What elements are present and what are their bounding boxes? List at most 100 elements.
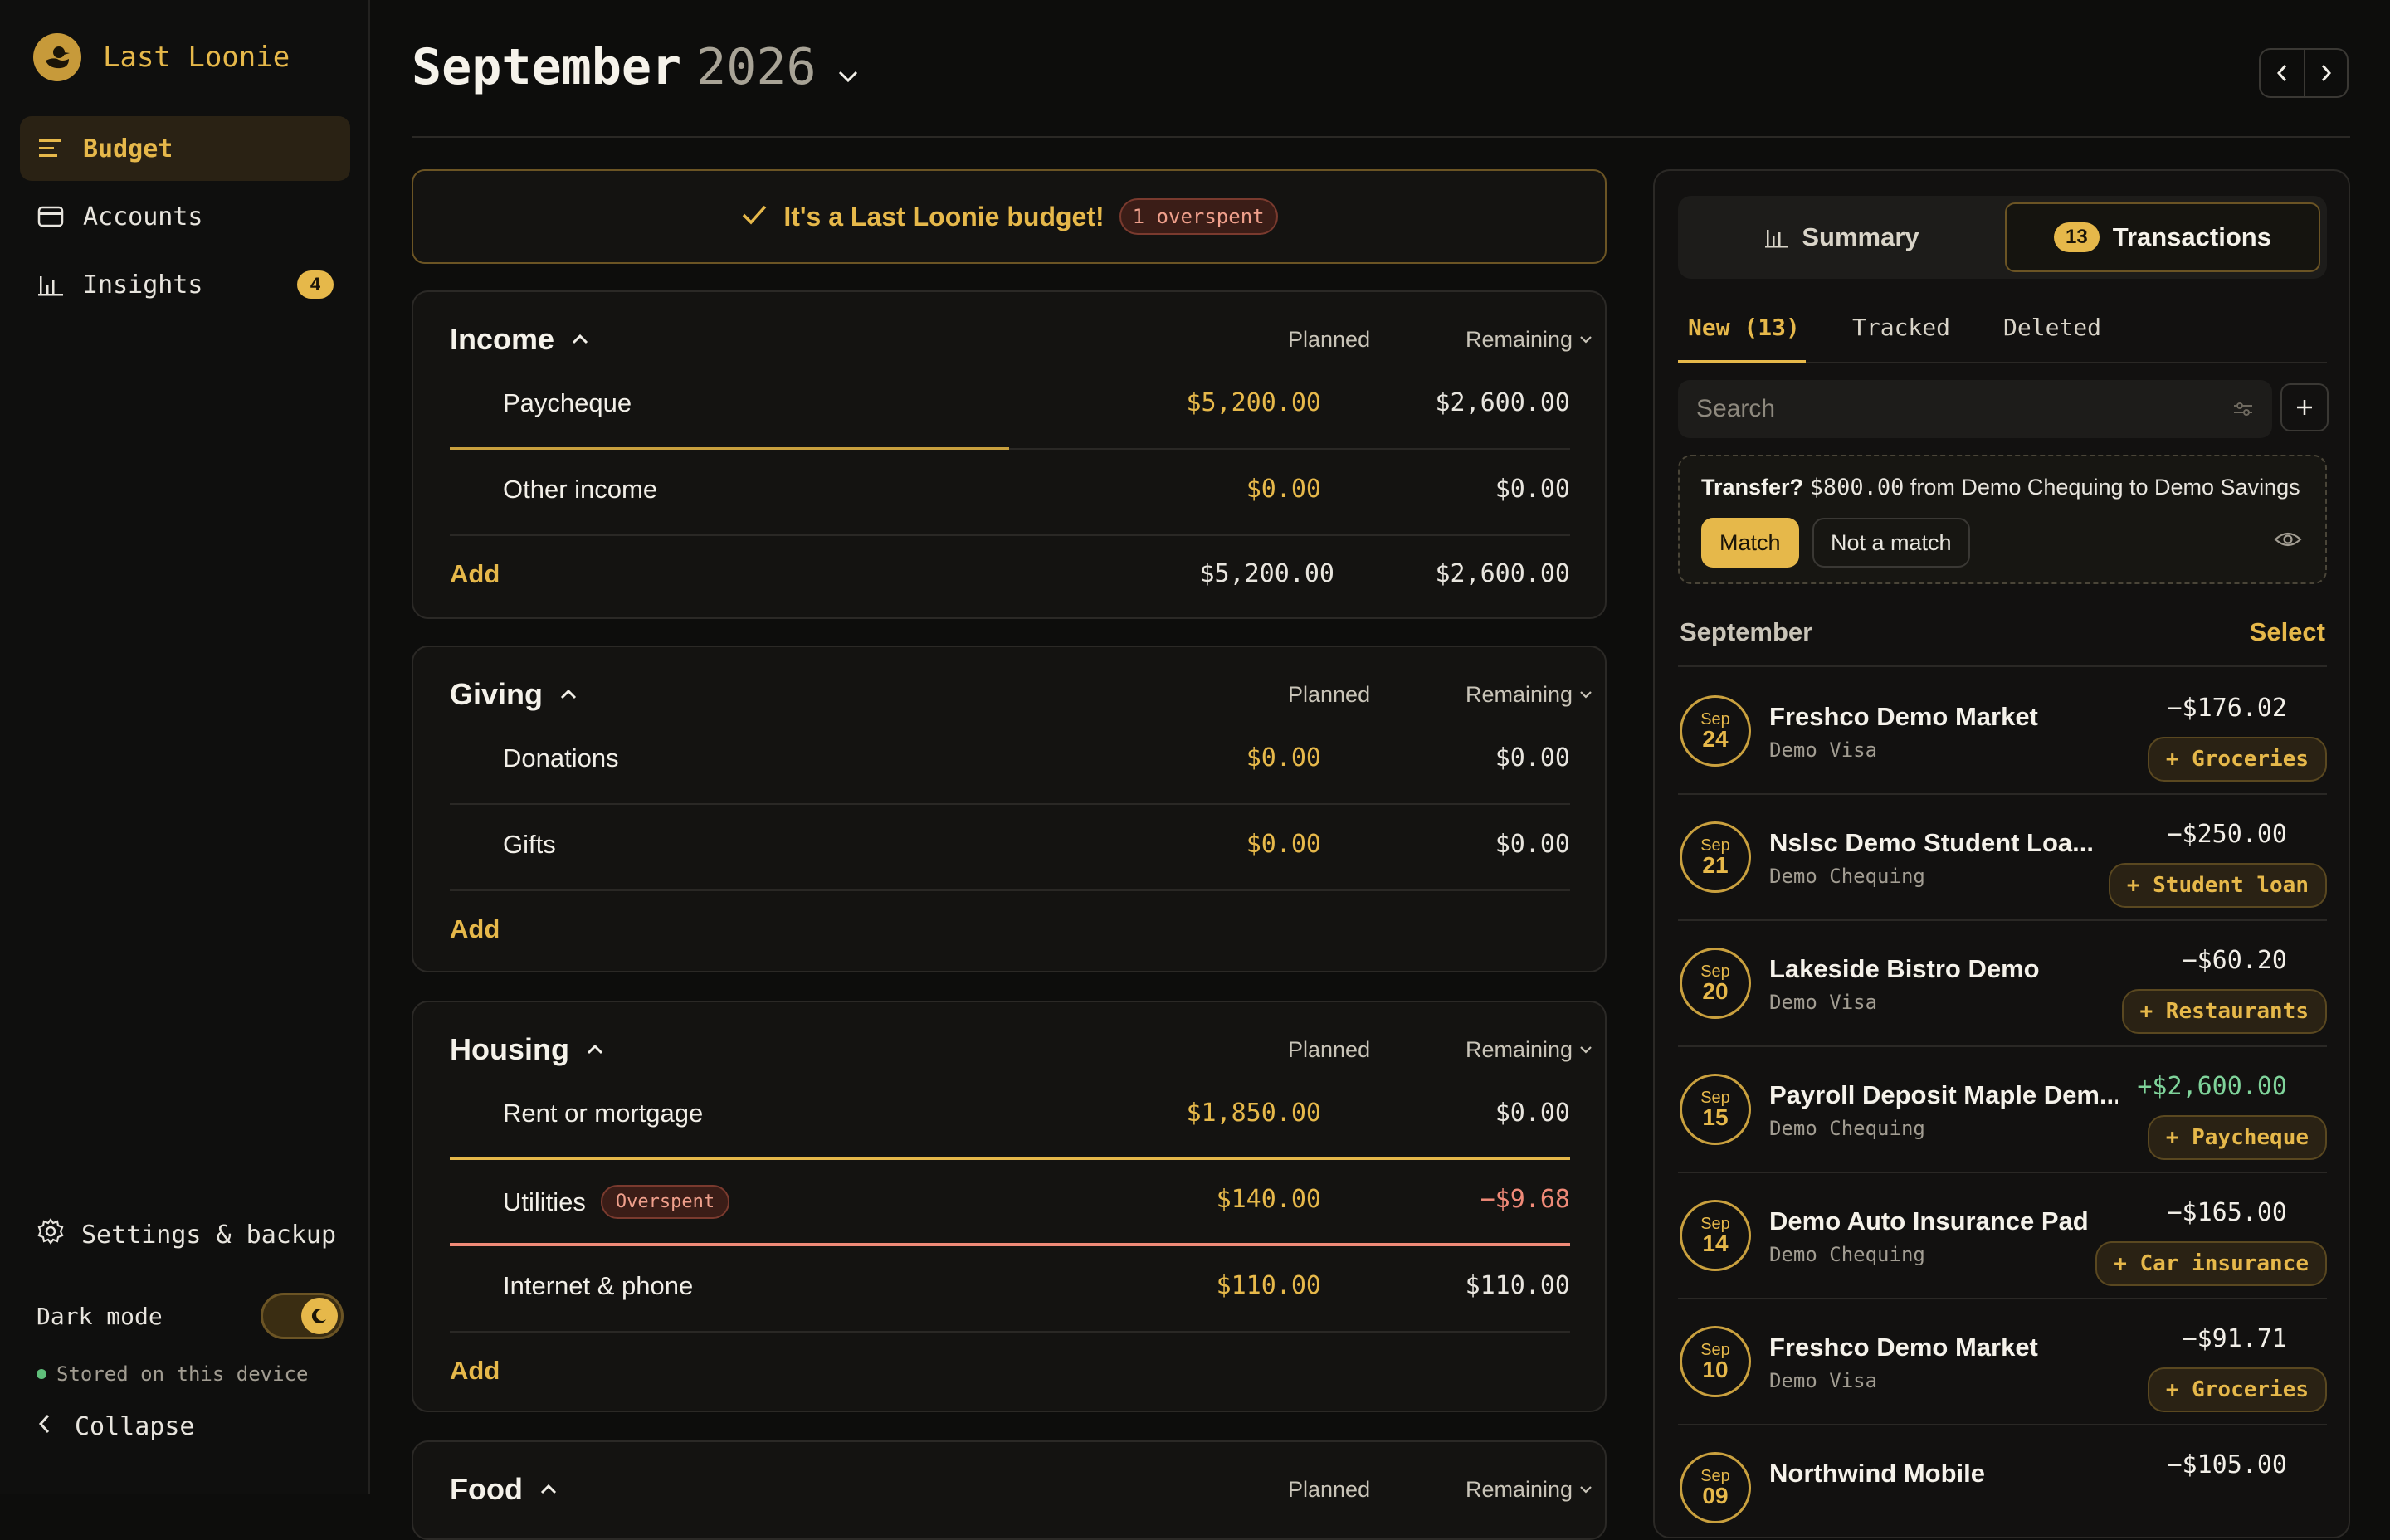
payee: Freshco Demo Market: [1769, 702, 2038, 731]
assign-category-button[interactable]: + Paycheque: [2147, 1115, 2327, 1160]
transaction-row[interactable]: Sep 10 Freshco Demo Market Demo Visa −$91…: [1678, 1299, 2327, 1425]
row-name-text: Paycheque: [503, 388, 632, 417]
total-remaining: $2,600.00: [1435, 559, 1570, 588]
row-remaining: $0.00: [1495, 475, 1570, 504]
col-remaining-sort[interactable]: Remaining: [1466, 327, 1593, 353]
duck-logo-icon: [33, 33, 81, 81]
budget-row[interactable]: Rent or mortgage $1,850.00 $0.00: [450, 1074, 1570, 1160]
col-remaining-label: Remaining: [1466, 1036, 1573, 1062]
tab-new[interactable]: New (13): [1688, 314, 1800, 341]
date-month: Sep: [1700, 1089, 1730, 1107]
next-month-button[interactable]: [2304, 50, 2347, 96]
eye-icon[interactable]: [2274, 529, 2302, 549]
select-button[interactable]: Select: [2250, 617, 2325, 647]
add-category-button[interactable]: Add: [450, 914, 500, 944]
budget-row[interactable]: Gifts $0.00 $0.00: [450, 805, 1570, 891]
chevron-up-icon: [587, 1044, 603, 1055]
assign-category-button[interactable]: + Restaurants: [2121, 989, 2327, 1034]
plus-icon: [2297, 400, 2312, 415]
group-header: Food Planned Remaining: [450, 1472, 1592, 1507]
transaction-row[interactable]: Sep 24 Freshco Demo Market Demo Visa −$17…: [1678, 669, 2327, 795]
budget-row[interactable]: Donations $0.00 $0.00: [450, 719, 1570, 805]
month-picker[interactable]: September 2026: [412, 38, 865, 96]
header-divider: [412, 136, 2350, 138]
transaction-row[interactable]: Sep 20 Lakeside Bistro Demo Demo Visa −$6…: [1678, 921, 2327, 1047]
not-a-match-button[interactable]: Not a match: [1812, 518, 1970, 568]
budget-row[interactable]: Paycheque $5,200.00 $2,600.00: [450, 363, 1570, 450]
sidebar-item-budget[interactable]: Budget: [20, 116, 350, 181]
transaction-row[interactable]: Sep 09 Northwind Mobile −$105.00: [1678, 1425, 2327, 1537]
group-toggle[interactable]: Housing: [450, 1032, 604, 1067]
assign-category-button[interactable]: + Groceries: [2147, 737, 2327, 782]
transaction-row[interactable]: Sep 14 Demo Auto Insurance Pad Demo Chequ…: [1678, 1173, 2327, 1299]
dark-mode-label: Dark mode: [37, 1302, 163, 1330]
group-toggle[interactable]: Giving: [450, 677, 578, 712]
budget-group-food: Food Planned Remaining: [412, 1440, 1607, 1540]
row-planned[interactable]: $0.00: [1246, 743, 1321, 772]
prev-month-button[interactable]: [2261, 50, 2304, 96]
row-planned[interactable]: $0.00: [1246, 830, 1321, 859]
dark-mode-toggle[interactable]: [261, 1293, 344, 1339]
transaction-filter-tabs: New (13) Tracked Deleted: [1678, 304, 2327, 363]
budget-group-giving: Giving Planned Remaining Donations $0.00…: [412, 646, 1607, 972]
sidebar-item-accounts[interactable]: Accounts: [20, 184, 350, 249]
chevron-up-icon: [572, 334, 588, 344]
settings-button[interactable]: Settings & backup: [37, 1211, 344, 1258]
overspent-badge[interactable]: 1 overspent: [1119, 198, 1278, 235]
col-remaining-label: Remaining: [1466, 681, 1573, 707]
date-day: 10: [1702, 1357, 1729, 1382]
group-toggle[interactable]: Food: [450, 1472, 558, 1507]
tab-deleted[interactable]: Deleted: [2003, 314, 2101, 341]
date-month: Sep: [1700, 1341, 1730, 1359]
transaction-row[interactable]: Sep 15 Payroll Deposit Maple Dem... Demo …: [1678, 1047, 2327, 1173]
filter-icon[interactable]: [2232, 401, 2254, 417]
date-month: Sep: [1700, 962, 1730, 981]
settings-label: Settings & backup: [81, 1220, 337, 1250]
row-name-text: Donations: [503, 743, 619, 772]
row-planned[interactable]: $140.00: [1217, 1185, 1321, 1214]
add-category-button[interactable]: Add: [450, 559, 500, 589]
gear-icon: [37, 1217, 65, 1252]
check-icon: [740, 203, 768, 231]
collapse-button[interactable]: Collapse: [37, 1412, 344, 1441]
row-name-text: Rent or mortgage: [503, 1099, 704, 1128]
group-toggle[interactable]: Income: [450, 322, 589, 357]
budget-row[interactable]: Other income $0.00 $0.00: [450, 450, 1570, 536]
date-month: Sep: [1700, 710, 1730, 729]
tab-transactions[interactable]: 13 Transactions: [2005, 202, 2320, 272]
tab-summary[interactable]: Summary: [1685, 202, 2000, 272]
account: Demo Visa: [1769, 1369, 1878, 1392]
row-remaining: $2,600.00: [1435, 388, 1570, 417]
group-header: Housing Planned Remaining: [450, 1032, 1592, 1067]
match-button[interactable]: Match: [1701, 518, 1799, 568]
row-planned[interactable]: $1,850.00: [1186, 1099, 1321, 1128]
search-input[interactable]: [1696, 395, 2194, 423]
add-category-button[interactable]: Add: [450, 1356, 500, 1386]
col-remaining-sort[interactable]: Remaining: [1466, 682, 1593, 708]
col-remaining-sort[interactable]: Remaining: [1466, 1477, 1593, 1503]
sidebar-item-insights[interactable]: Insights 4: [20, 252, 350, 317]
row-remaining: −$9.68: [1480, 1185, 1570, 1214]
budget-list-icon: [37, 134, 65, 163]
month-label: September: [1680, 617, 1813, 646]
budget-row[interactable]: Internet & phone $110.00 $110.00: [450, 1246, 1570, 1333]
row-planned[interactable]: $110.00: [1217, 1271, 1321, 1300]
assign-category-button[interactable]: + Groceries: [2147, 1367, 2327, 1412]
row-planned[interactable]: $5,200.00: [1186, 388, 1321, 417]
row-planned[interactable]: $0.00: [1246, 475, 1321, 504]
brand[interactable]: Last Loonie: [33, 33, 290, 81]
tab-tracked[interactable]: Tracked: [1852, 314, 1950, 341]
col-planned: Planned: [1288, 326, 1371, 352]
sidebar-footer: Settings & backup Dark mode Stored on th…: [37, 1211, 344, 1441]
amount: −$105.00: [2167, 1450, 2288, 1479]
add-transaction-button[interactable]: [2280, 383, 2329, 431]
page-title-month: September: [412, 38, 682, 96]
transaction-row[interactable]: Sep 21 Nslsc Demo Student Loa... Demo Che…: [1678, 795, 2327, 921]
search-box: [1678, 380, 2272, 438]
assign-category-button[interactable]: + Car insurance: [2095, 1241, 2327, 1286]
assign-category-button[interactable]: + Student loan: [2108, 863, 2327, 908]
row-remaining: $0.00: [1495, 830, 1570, 859]
bar-chart-icon: [1765, 230, 1789, 248]
budget-row[interactable]: Utilities Overspent $140.00 −$9.68: [450, 1160, 1570, 1246]
col-remaining-sort[interactable]: Remaining: [1466, 1037, 1593, 1063]
